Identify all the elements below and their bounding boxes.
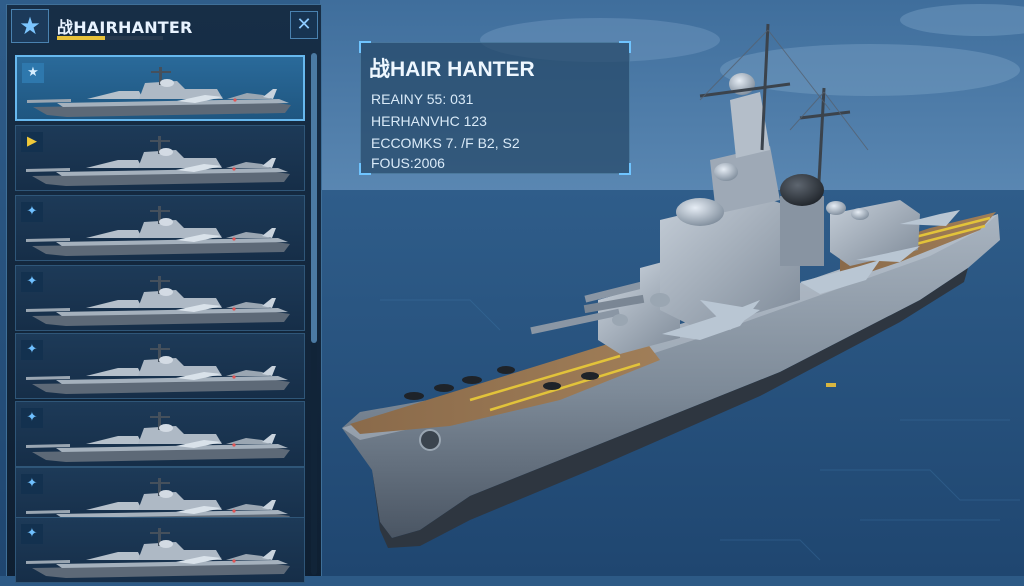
title-progress-fill	[57, 36, 105, 40]
close-button[interactable]: ✕	[290, 11, 318, 39]
ship-list-panel: ★ 战HAIRHANTER ✕ ★ ▶ ✦ ✦ ✦ ✦ ✦ ✦	[6, 4, 322, 583]
panel-title: 战HAIRHANTER	[57, 18, 193, 37]
battleship-thumbnail	[26, 128, 296, 190]
stat-line: FOUS:2006	[371, 155, 445, 171]
battleship-thumbnail	[26, 404, 296, 466]
corner-bracket	[619, 41, 631, 53]
play-icon: ▶	[21, 132, 43, 152]
star-icon: ★	[19, 12, 41, 40]
stat-line: REAINY 55: 031	[371, 91, 474, 107]
sparkle-icon: ✦	[21, 524, 43, 544]
scrollbar[interactable]	[311, 53, 317, 575]
ship-name: 战HAIR HANTER	[369, 58, 535, 81]
close-icon: ✕	[296, 14, 312, 35]
battleship-thumbnail	[27, 59, 297, 121]
battleship-thumbnail	[26, 268, 296, 330]
ship-card[interactable]: ▶	[15, 125, 305, 191]
stat-line: HERHANVHC 123	[371, 113, 487, 129]
stat-line: ECCOMKS 7. /F B2, S2	[371, 135, 520, 151]
corner-bracket	[619, 163, 631, 175]
battleship-thumbnail	[26, 336, 296, 398]
panel-header: ★ 战HAIRHANTER ✕	[7, 5, 321, 45]
ship-card[interactable]: ★	[15, 55, 305, 121]
sparkle-icon: ✦	[21, 340, 43, 360]
ship-card[interactable]: ✦	[15, 517, 305, 583]
scrollbar-thumb[interactable]	[311, 53, 317, 343]
sparkle-icon: ✦	[21, 272, 43, 292]
favorites-button[interactable]: ★	[11, 9, 49, 43]
battleship-thumbnail	[26, 198, 296, 260]
ship-card[interactable]: ✦	[15, 195, 305, 261]
sparkle-icon: ✦	[21, 202, 43, 222]
title-progress-bar	[57, 36, 163, 40]
ship-card[interactable]: ✦	[15, 333, 305, 399]
sparkle-icon: ✦	[21, 408, 43, 428]
sparkle-icon: ✦	[21, 474, 43, 494]
corner-bracket	[359, 41, 371, 53]
battleship-thumbnail	[26, 520, 296, 582]
corner-bracket	[359, 163, 371, 175]
ship-card[interactable]: ✦	[15, 265, 305, 331]
star-icon: ★	[22, 63, 44, 83]
ship-card[interactable]: ✦	[15, 401, 305, 467]
ship-info-box: 战HAIR HANTER REAINY 55: 031 HERHANVHC 12…	[359, 41, 631, 175]
